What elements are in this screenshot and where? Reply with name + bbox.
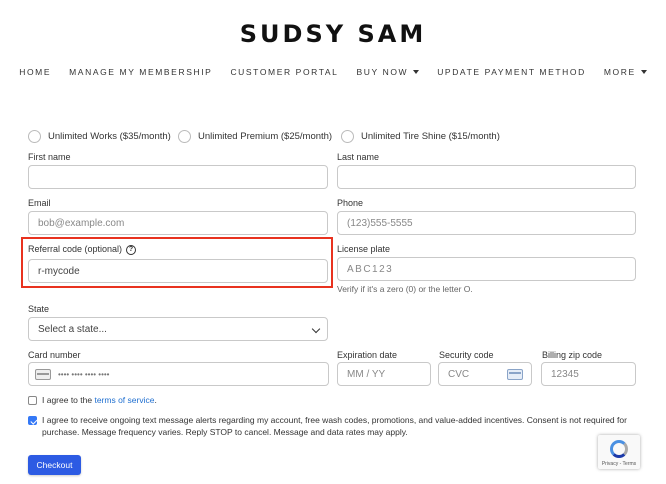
cvc-card-icon: [507, 369, 523, 380]
security-code-label: Security code: [439, 350, 494, 360]
recaptcha-links[interactable]: Privacy - Terms: [598, 461, 640, 467]
nav-customer-portal[interactable]: CUSTOMER PORTAL: [230, 67, 338, 77]
help-icon[interactable]: ?: [126, 244, 137, 255]
expiration-input[interactable]: MM / YY: [337, 362, 431, 386]
sms-consent-text: I agree to receive ongoing text message …: [42, 415, 627, 437]
sms-consent-row: I agree to receive ongoing text message …: [28, 415, 638, 438]
first-name-label: First name: [28, 152, 71, 162]
card-number-placeholder: •••• •••• •••• ••••: [58, 369, 110, 379]
terms-suffix: .: [154, 395, 157, 405]
license-plate-placeholder: ABC123: [347, 263, 394, 275]
terms-link[interactable]: terms of service: [94, 395, 154, 405]
email-input[interactable]: bob@example.com: [28, 211, 328, 235]
state-select-value: Select a state...: [38, 323, 107, 335]
radio-icon: [28, 130, 41, 143]
expiration-placeholder: MM / YY: [347, 368, 386, 380]
first-name-input[interactable]: [28, 165, 328, 189]
nav-update-payment-label: UPDATE PAYMENT METHOD: [437, 67, 586, 77]
plan-radio-tire-shine[interactable]: Unlimited Tire Shine ($15/month): [341, 130, 500, 143]
nav-update-payment[interactable]: UPDATE PAYMENT METHOD: [437, 67, 586, 77]
main-nav: HOME MANAGE MY MEMBERSHIP CUSTOMER PORTA…: [0, 67, 666, 77]
radio-icon: [341, 130, 354, 143]
nav-manage-membership[interactable]: MANAGE MY MEMBERSHIP: [69, 67, 212, 77]
terms-row: I agree to the terms of service.: [28, 395, 157, 405]
security-code-input[interactable]: CVC: [438, 362, 532, 386]
radio-icon: [178, 130, 191, 143]
email-placeholder: bob@example.com: [38, 217, 125, 229]
card-number-input[interactable]: •••• •••• •••• ••••: [28, 362, 329, 386]
nav-home-label: HOME: [19, 67, 52, 77]
billing-zip-input[interactable]: 12345: [541, 362, 636, 386]
credit-card-icon: [35, 368, 51, 380]
state-select[interactable]: Select a state...: [28, 317, 328, 341]
referral-code-input[interactable]: r-mycode: [28, 259, 328, 283]
caret-down-icon: [640, 70, 647, 74]
brand-title: SUDSY SAM: [239, 20, 427, 48]
last-name-label: Last name: [337, 152, 380, 162]
plan-label: Unlimited Tire Shine ($15/month): [361, 131, 500, 142]
plan-radio-works[interactable]: Unlimited Works ($35/month): [28, 130, 178, 143]
license-plate-hint: Verify if it's a zero (0) or the letter …: [337, 284, 473, 294]
plan-options: Unlimited Works ($35/month) Unlimited Pr…: [28, 130, 500, 143]
plan-radio-premium[interactable]: Unlimited Premium ($25/month): [178, 130, 341, 143]
billing-zip-label: Billing zip code: [542, 350, 603, 360]
nav-customer-portal-label: CUSTOMER PORTAL: [230, 67, 339, 77]
phone-input[interactable]: (123)555-5555: [337, 211, 636, 235]
referral-code-value: r-mycode: [38, 265, 80, 277]
terms-checkbox[interactable]: [28, 396, 37, 405]
nav-home[interactable]: HOME: [19, 67, 51, 77]
plan-label: Unlimited Works ($35/month): [48, 131, 171, 142]
terms-prefix: I agree to the: [42, 395, 95, 405]
billing-zip-placeholder: 12345: [551, 368, 579, 380]
caret-down-icon: [413, 70, 420, 74]
state-label: State: [28, 304, 50, 314]
referral-label: Referral code (optional)?: [28, 244, 137, 255]
chevron-down-icon: [311, 324, 321, 334]
nav-buy-now-label: BUY NOW: [356, 67, 409, 77]
license-plate-input[interactable]: ABC123: [337, 257, 636, 281]
phone-placeholder: (123)555-5555: [347, 217, 413, 229]
nav-buy-now[interactable]: BUY NOW: [357, 67, 420, 77]
last-name-input[interactable]: [337, 165, 636, 189]
nav-more-label: MORE: [603, 67, 636, 77]
phone-label: Phone: [337, 198, 364, 208]
card-number-label: Card number: [28, 350, 81, 360]
license-plate-label: License plate: [337, 244, 391, 254]
nav-manage-membership-label: MANAGE MY MEMBERSHIP: [69, 67, 213, 77]
terms-text: I agree to the terms of service.: [42, 395, 157, 405]
email-label: Email: [28, 198, 51, 208]
referral-label-text: Referral code (optional): [28, 244, 123, 254]
plan-label: Unlimited Premium ($25/month): [198, 131, 333, 142]
sms-consent-checkbox[interactable]: [28, 416, 37, 425]
recaptcha-badge[interactable]: Privacy - Terms: [598, 435, 640, 469]
recaptcha-icon: [610, 440, 628, 458]
expiration-label: Expiration date: [337, 350, 398, 360]
nav-more[interactable]: MORE: [604, 67, 647, 77]
checkout-button[interactable]: Checkout: [28, 455, 81, 475]
security-code-placeholder: CVC: [448, 368, 470, 380]
